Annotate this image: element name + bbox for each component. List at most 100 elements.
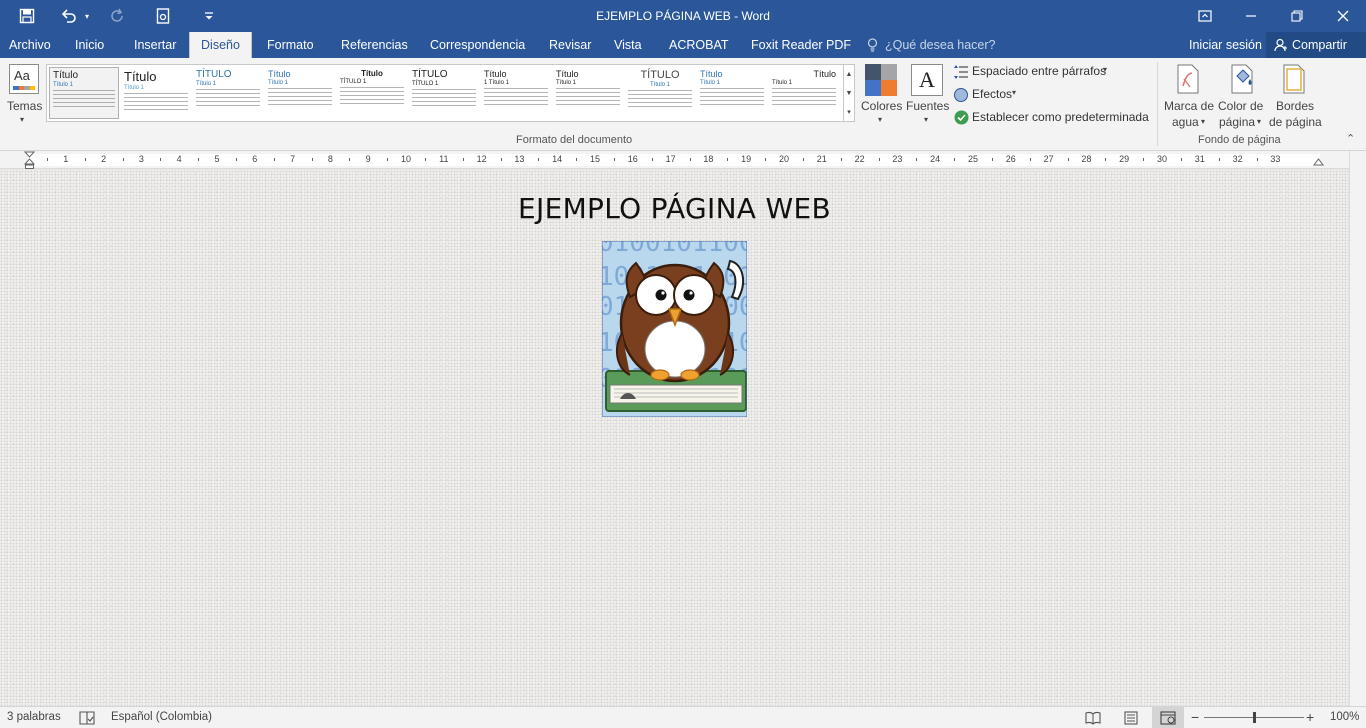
ruler-number: 24: [930, 154, 941, 164]
ruler-tick: [1143, 158, 1145, 161]
tab-diseno[interactable]: Diseño: [189, 32, 252, 58]
undo-icon[interactable]: [58, 0, 80, 32]
document-canvas[interactable]: EJEMPLO PÁGINA WEB 01001011000110 100100…: [0, 170, 1349, 706]
page-borders-button[interactable]: Bordes de página: [1268, 61, 1324, 131]
style-set-4[interactable]: Título TÍTULO 1: [337, 67, 407, 119]
tab-formato[interactable]: Formato: [259, 32, 322, 58]
tab-revisar[interactable]: Revisar: [541, 32, 599, 58]
share-button[interactable]: Compartir: [1266, 32, 1366, 58]
fonts-button[interactable]: A Fuentes ▾: [905, 61, 951, 131]
style-set-2[interactable]: TÍTULO Título 1: [193, 67, 263, 119]
person-icon: [1274, 38, 1287, 52]
style-set-9[interactable]: Título Título 1: [697, 67, 767, 119]
style-set-title: Título: [361, 69, 383, 78]
page-borders-icon: [1283, 64, 1305, 94]
themes-label: Temas: [7, 99, 43, 113]
page-color-label-1: Color de: [1218, 99, 1264, 113]
style-set-8[interactable]: TÍTULO Título 1: [625, 67, 695, 119]
style-set-10[interactable]: Título Título 1: [769, 67, 839, 119]
ruler-tick: [500, 158, 502, 161]
ruler-number: 5: [214, 154, 220, 164]
ruler-number: 25: [967, 154, 979, 164]
ruler-tick: [802, 158, 804, 161]
style-set-0[interactable]: Título Título 1: [49, 67, 119, 119]
redo-icon: [103, 0, 131, 32]
tab-referencias[interactable]: Referencias: [333, 32, 416, 58]
page-color-button[interactable]: Color de página ▾: [1216, 61, 1268, 131]
style-set-title: TÍTULO: [196, 69, 232, 80]
restore-icon[interactable]: [1274, 0, 1320, 32]
first-line-indent-marker[interactable]: [24, 151, 36, 169]
gallery-up-icon[interactable]: ▲: [844, 65, 854, 84]
gallery-scroll: ▲ ▼ ▾: [843, 64, 855, 122]
colors-button[interactable]: Colores ▾: [860, 61, 904, 131]
style-set-title: Título: [556, 69, 579, 79]
ribbon-display-options-icon[interactable]: [1182, 0, 1228, 32]
customize-icon[interactable]: [195, 0, 223, 32]
style-set-title: Título: [53, 70, 79, 81]
tab-correspondencia[interactable]: Correspondencia: [422, 32, 533, 58]
close-icon[interactable]: [1320, 0, 1366, 32]
tell-me-input[interactable]: ¿Qué desea hacer?: [885, 32, 996, 58]
print-layout-icon[interactable]: [1123, 711, 1139, 725]
ruler-tick: [1180, 158, 1182, 161]
language-indicator[interactable]: Español (Colombia): [111, 707, 212, 728]
collapse-ribbon-icon[interactable]: ⌃: [1346, 132, 1355, 145]
ruler-number: 11: [439, 154, 449, 164]
undo-dropdown-icon[interactable]: ▾: [80, 0, 94, 32]
ruler-number: 2: [101, 154, 107, 164]
proofing-icon[interactable]: [79, 711, 95, 725]
paragraph-spacing-button[interactable]: Espaciado entre párrafos ▾: [953, 63, 1123, 81]
ruler-tick: [651, 158, 653, 161]
paragraph-spacing-icon: [954, 65, 968, 79]
style-set-5[interactable]: TÍTULO TÍTULO 1: [409, 67, 479, 119]
tab-inicio[interactable]: Inicio: [67, 32, 112, 58]
style-set-subtitle: Título 1: [124, 85, 145, 91]
read-mode-icon[interactable]: [1085, 711, 1101, 725]
zoom-level[interactable]: 100%: [1330, 707, 1359, 728]
checkmark-icon: [954, 110, 969, 125]
set-as-default-button[interactable]: Establecer como predeterminada: [953, 109, 1153, 127]
zoom-in-icon[interactable]: +: [1306, 707, 1314, 728]
page-color-dropdown-icon: ▾: [1257, 117, 1262, 126]
watermark-button[interactable]: Marca de agua ▾: [1162, 61, 1214, 131]
title-bar: ▾ EJEMPLO PÁGINA WEB - Word: [0, 0, 1366, 32]
tab-insertar[interactable]: Insertar: [126, 32, 184, 58]
document-heading[interactable]: EJEMPLO PÁGINA WEB: [0, 192, 1349, 225]
zoom-slider-thumb[interactable]: [1253, 712, 1256, 723]
binary-text: 01001011000110: [602, 241, 747, 258]
style-set-subtitle: Título 1: [53, 82, 74, 88]
word-count[interactable]: 3 palabras: [7, 707, 61, 728]
gallery-down-icon[interactable]: ▼: [844, 84, 854, 103]
ruler-number: 3: [138, 154, 144, 164]
zoom-out-icon[interactable]: −: [1191, 707, 1199, 728]
effects-button[interactable]: Efectos ▾: [953, 86, 1023, 104]
tab-acrobat[interactable]: ACROBAT: [661, 32, 737, 58]
right-indent-marker[interactable]: [1313, 157, 1325, 167]
tab-archivo[interactable]: Archivo: [1, 32, 59, 58]
tab-foxit-reader-pdf[interactable]: Foxit Reader PDF: [743, 32, 859, 58]
tab-vista[interactable]: Vista: [606, 32, 650, 58]
style-set-7[interactable]: Título Título 1: [553, 67, 623, 119]
gallery-more-icon[interactable]: ▾: [844, 103, 854, 122]
style-set-title: Título: [484, 69, 507, 79]
web-layout-button[interactable]: [1152, 707, 1184, 728]
style-set-6[interactable]: Título 1 Título 1: [481, 67, 551, 119]
ruler-number: 27: [1043, 154, 1054, 164]
vertical-scrollbar[interactable]: [1349, 151, 1366, 706]
owl-on-book-picture[interactable]: 01001011000110 1001001101 0110100100 100…: [598, 228, 817, 418]
ruler-number: 6: [252, 154, 258, 164]
ruler-tick: [1256, 158, 1258, 161]
ruler-tick: [840, 158, 842, 161]
style-set-subtitle: 1 Título 1: [484, 80, 509, 86]
minimize-icon[interactable]: [1228, 0, 1274, 32]
style-set-1[interactable]: Título Título 1: [121, 67, 191, 119]
effects-icon: [954, 88, 968, 102]
style-set-3[interactable]: Título Título 1: [265, 67, 335, 119]
sign-in-link[interactable]: Iniciar sesión: [1189, 32, 1262, 58]
ruler-tick: [916, 158, 918, 161]
save-icon[interactable]: [13, 0, 41, 32]
ruler-number: 28: [1081, 154, 1092, 164]
touch-mode-icon[interactable]: [149, 0, 177, 32]
themes-button[interactable]: Aa Temas ▾: [4, 61, 44, 131]
